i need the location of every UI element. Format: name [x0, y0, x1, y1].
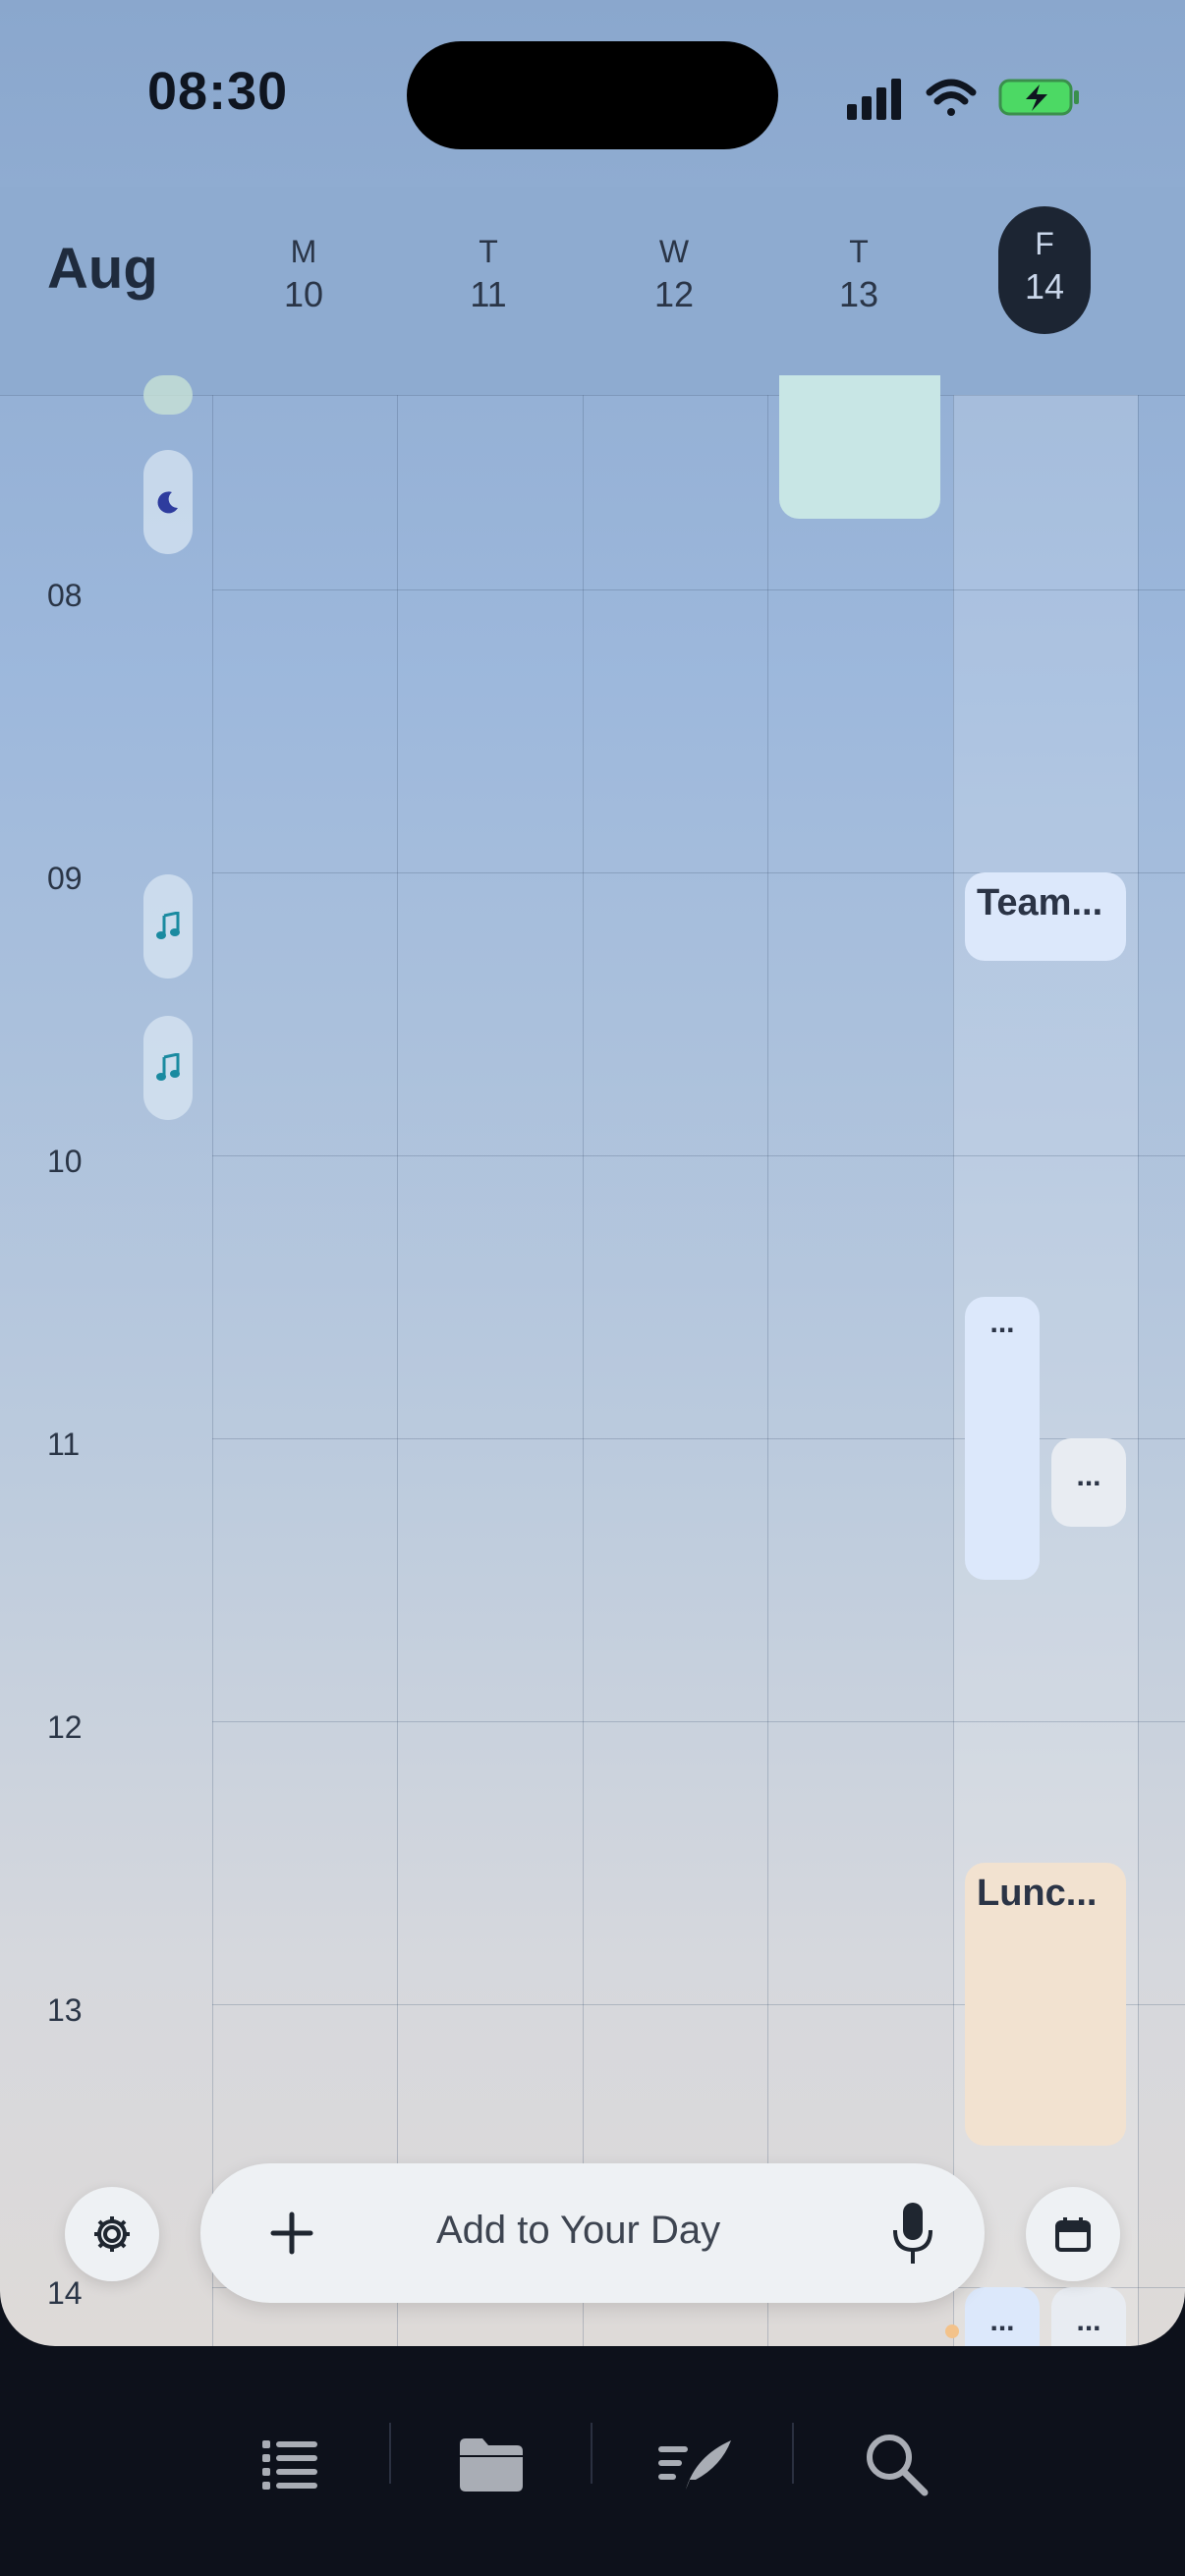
grid-line — [953, 395, 954, 2346]
tab-separator — [389, 2423, 391, 2484]
grid-line — [212, 1155, 1185, 1156]
day-tuesday[interactable]: T 11 — [442, 222, 535, 346]
search-icon — [867, 2435, 929, 2496]
calendar-icon — [1055, 2217, 1091, 2252]
gear-icon — [94, 2216, 130, 2252]
tab-journal[interactable] — [656, 2425, 735, 2503]
day-letter: T — [849, 234, 869, 269]
event-title: Team... — [977, 882, 1103, 924]
timeline-grid[interactable]: 08 09 10 11 12 13 14 Team... ... ... Lun… — [0, 375, 1185, 2346]
day-thursday[interactable]: T 13 — [813, 222, 905, 346]
grid-line — [1138, 395, 1139, 2346]
day-friday-selected[interactable]: F 14 — [998, 206, 1091, 334]
month-label: Aug — [47, 237, 158, 301]
status-bar: 08:30 — [0, 0, 1185, 187]
grid-line — [397, 395, 398, 2346]
tab-search[interactable] — [857, 2425, 935, 2503]
wifi-icon — [926, 79, 977, 116]
hour-label: 09 — [47, 861, 83, 896]
calendar-screen: 08:30 Aug M 10 T 11 W 12 T 13 F 14 08 09… — [0, 0, 1185, 2346]
sleep-pill-partial[interactable] — [143, 375, 193, 415]
bottom-controls: Add to Your Day — [0, 2163, 1185, 2311]
grid-line — [212, 1721, 1185, 1722]
day-number: 13 — [838, 274, 879, 314]
calendar-button[interactable] — [1026, 2187, 1120, 2281]
hour-label: 13 — [47, 1992, 83, 2028]
day-letter: M — [290, 234, 317, 269]
grid-line — [767, 395, 768, 2346]
dynamic-island — [407, 41, 778, 149]
hour-label: 10 — [47, 1144, 83, 1179]
feather-icon — [658, 2440, 731, 2490]
music-note-icon — [156, 912, 180, 939]
battery-icon — [998, 79, 1079, 116]
music-pill[interactable] — [143, 1016, 193, 1120]
day-letter: T — [479, 234, 498, 269]
week-header: Aug M 10 T 11 W 12 T 13 F 14 — [0, 187, 1185, 396]
plus-icon[interactable] — [257, 2199, 326, 2268]
event-block[interactable]: ... — [1051, 1438, 1126, 1527]
add-to-day-bar[interactable]: Add to Your Day — [200, 2163, 985, 2303]
thursday-event[interactable] — [779, 375, 940, 519]
event-more: ... — [989, 1307, 1015, 1339]
hour-label: 12 — [47, 1709, 83, 1745]
status-time: 08:30 — [147, 62, 289, 121]
event-more: ... — [1076, 1460, 1101, 1492]
team-event[interactable]: Team... — [965, 872, 1126, 961]
hour-label: 11 — [47, 1427, 81, 1462]
current-time-dot — [945, 2324, 959, 2338]
moon-icon — [157, 491, 178, 514]
sleep-pill[interactable] — [143, 450, 193, 554]
event-title: Lunc... — [977, 1873, 1098, 1914]
add-to-day-placeholder[interactable]: Add to Your Day — [436, 2209, 720, 2253]
day-monday[interactable]: M 10 — [257, 222, 350, 346]
grid-line — [583, 395, 584, 2346]
settings-button[interactable] — [65, 2187, 159, 2281]
tab-list[interactable] — [251, 2425, 329, 2503]
day-letter: F — [1035, 226, 1054, 261]
status-icons — [847, 69, 1083, 128]
grid-line — [212, 395, 213, 2346]
signal-icon — [847, 79, 901, 120]
day-number: 10 — [283, 274, 324, 314]
lunch-event[interactable]: Lunc... — [965, 1863, 1126, 2146]
tab-separator — [792, 2423, 794, 2484]
event-block[interactable]: ... — [965, 1297, 1040, 1580]
folder-icon — [460, 2438, 523, 2492]
microphone-icon[interactable] — [888, 2195, 937, 2273]
music-note-icon — [156, 1053, 180, 1081]
tab-folders[interactable] — [452, 2425, 531, 2503]
grid-line — [212, 589, 1185, 590]
list-icon — [262, 2440, 317, 2490]
tab-separator — [591, 2423, 592, 2484]
tab-bar — [0, 2346, 1185, 2576]
music-pill[interactable] — [143, 874, 193, 979]
day-number: 12 — [653, 274, 695, 314]
day-number: 11 — [470, 274, 507, 314]
day-number: 14 — [1024, 266, 1065, 307]
hour-label: 08 — [47, 578, 83, 613]
day-letter: W — [658, 234, 690, 269]
day-wednesday[interactable]: W 12 — [628, 222, 720, 346]
